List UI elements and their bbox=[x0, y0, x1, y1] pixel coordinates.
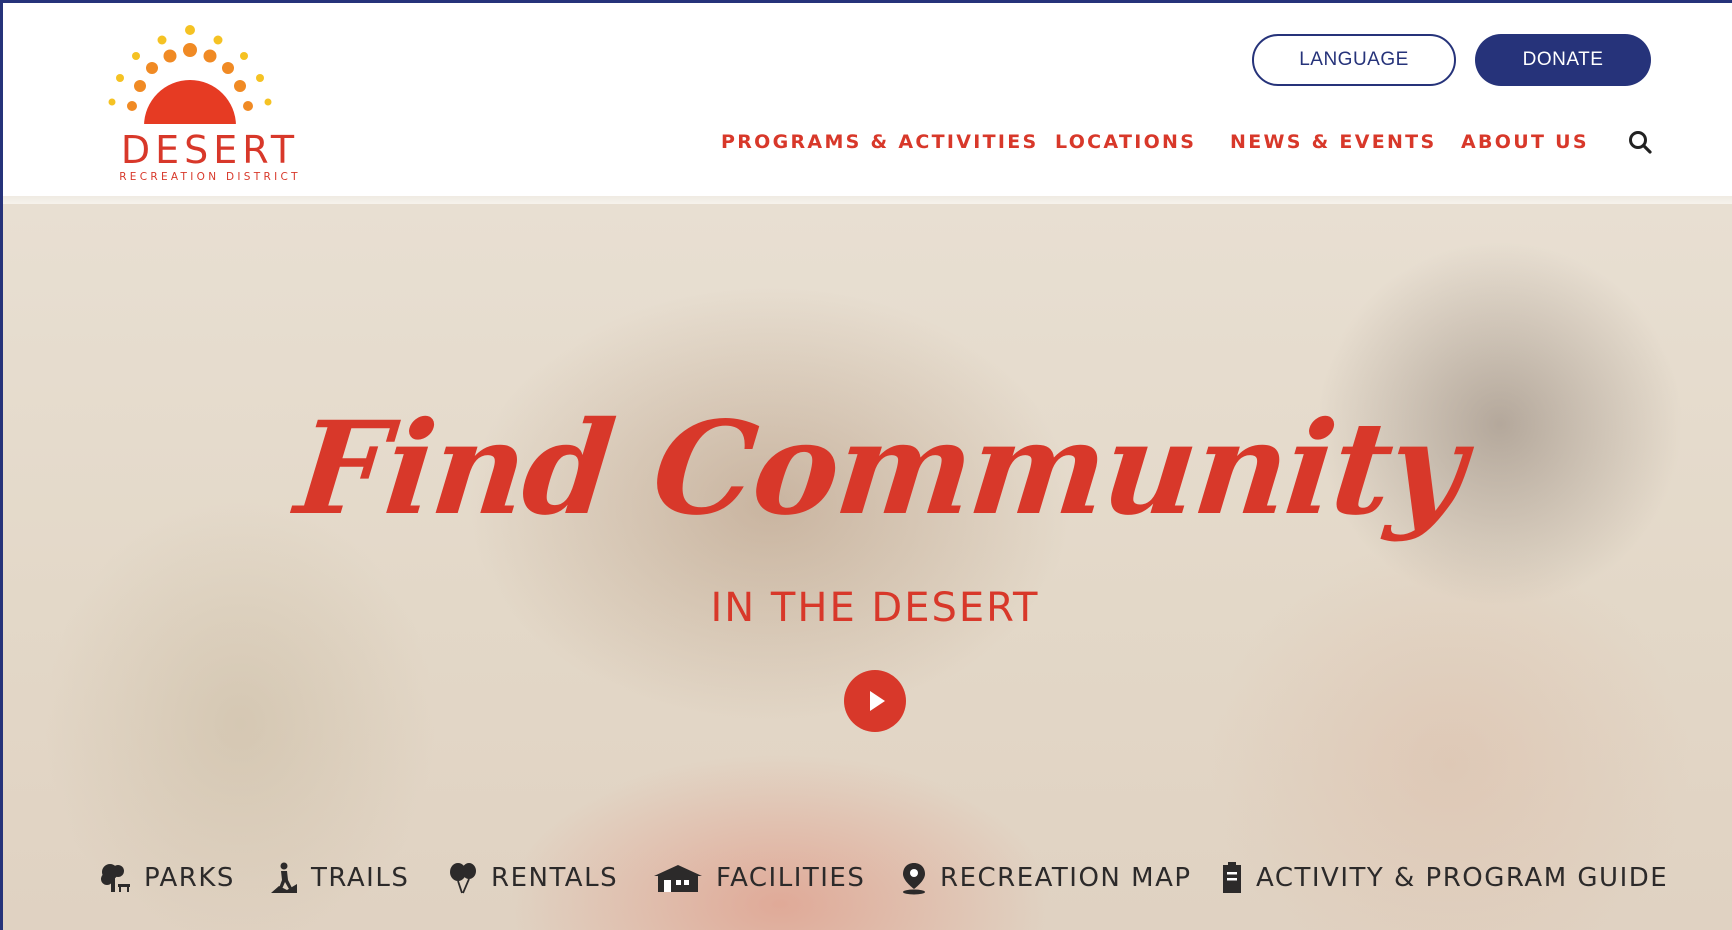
screenshot-frame bbox=[0, 0, 1732, 930]
